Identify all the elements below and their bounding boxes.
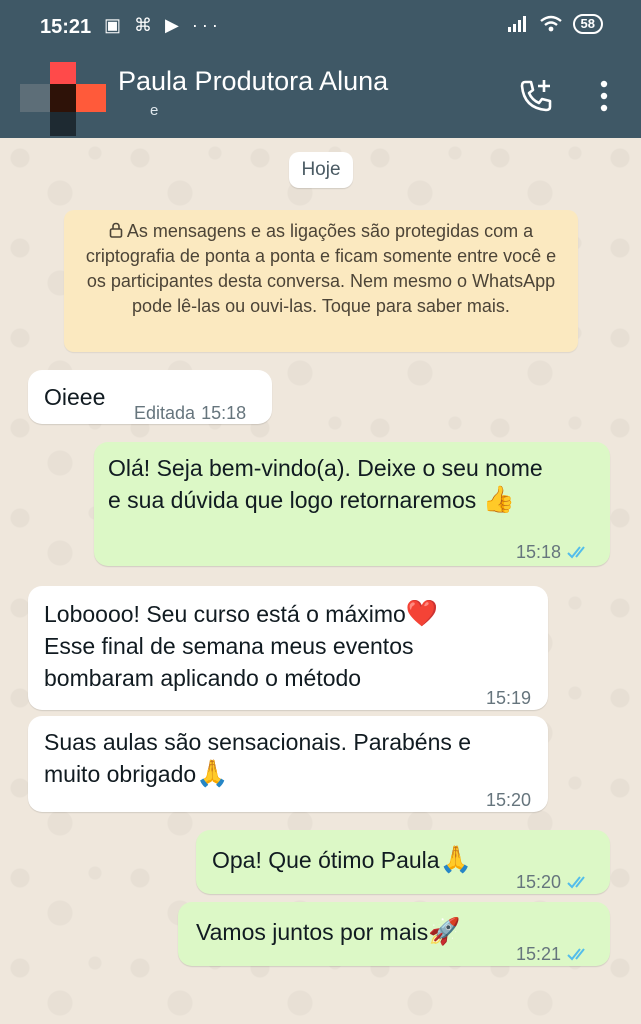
message-bubble-incoming[interactable]: Oieee Editada 15:18 — [28, 370, 272, 424]
message-meta: 15:20 — [516, 866, 593, 898]
message-bubble-incoming[interactable]: Loboooo! Seu curso está o máximo❤️ Esse … — [28, 586, 548, 710]
folded-hands-emoji: 🙏 — [439, 845, 472, 875]
message-line: bombaram aplicando o método — [44, 665, 362, 691]
message-line-with-emoji: Loboooo! Seu curso está o máximo❤️ — [44, 599, 439, 629]
contact-status: e — [150, 102, 159, 119]
message-line-with-emoji: Vamos juntos por mais🚀 — [196, 917, 461, 947]
message-bubble-outgoing[interactable]: Opa! Que ótimo Paula🙏 15:20 — [196, 830, 610, 894]
thumbs-up-emoji: 👍 — [482, 485, 516, 515]
message-meta: 15:20 — [486, 784, 531, 816]
lock-icon — [109, 222, 123, 238]
message-line: Esse final de semana meus eventos — [44, 633, 414, 659]
message-text: Loboooo! Seu curso está o máximo❤️ Esse … — [44, 598, 438, 694]
message-time: 15:20 — [486, 790, 532, 810]
heart-emoji: ❤️ — [405, 599, 439, 629]
message-line: Olá! Seja bem-vindo(a). Deixe o seu nome — [108, 455, 543, 481]
message-text: Olá! Seja bem-vindo(a). Deixe o seu nome… — [108, 452, 543, 516]
message-meta: Editada 15:18 — [134, 397, 246, 429]
message-meta: 15:19 — [486, 682, 531, 714]
message-meta: 15:21 — [516, 938, 593, 970]
message-text: Oieee — [44, 384, 106, 410]
edited-label: Editada — [134, 403, 196, 423]
message-bubble-incoming[interactable]: Suas aulas são sensacionais. Parabéns e … — [28, 716, 548, 812]
rocket-emoji: 🚀 — [428, 917, 461, 947]
message-line-with-emoji: e sua dúvida que logo retornaremos 👍 — [108, 485, 516, 515]
add-call-icon[interactable] — [516, 76, 556, 116]
more-vertical-icon[interactable] — [594, 78, 614, 114]
message-time: 15:19 — [486, 688, 532, 708]
signal-icon — [507, 16, 526, 32]
double-check-icon — [567, 948, 585, 961]
encryption-notice-text: As mensagens e as ligações são protegida… — [85, 221, 557, 316]
avatar[interactable] — [20, 62, 110, 136]
status-bar: 15:21 ▣ ⌘ ▶ ··· 58 — [0, 0, 641, 56]
message-line-with-emoji: muito obrigado🙏 — [44, 759, 229, 789]
date-chip: Hoje — [289, 152, 353, 188]
message-time: 15:18 — [516, 542, 562, 562]
double-check-icon — [567, 876, 585, 889]
message-text: Suas aulas são sensacionais. Parabéns e … — [44, 726, 471, 790]
double-check-icon — [567, 546, 585, 559]
message-bubble-outgoing[interactable]: Olá! Seja bem-vindo(a). Deixe o seu nome… — [94, 442, 610, 566]
notification-icons: ▣ ⌘ ▶ ··· — [104, 15, 222, 35]
message-time: 15:18 — [201, 403, 247, 423]
message-line: Suas aulas são sensacionais. Parabéns e — [44, 729, 472, 755]
message-time: 15:20 — [516, 872, 562, 892]
message-meta: 15:18 — [516, 536, 593, 568]
battery-icon: 58 — [572, 14, 603, 34]
wifi-icon — [539, 15, 562, 32]
message-bubble-outgoing[interactable]: Vamos juntos por mais🚀 15:21 — [178, 902, 610, 966]
folded-hands-emoji: 🙏 — [196, 759, 229, 789]
status-time: 15:21 — [40, 16, 92, 38]
contact-name[interactable]: Paula Produtora Aluna — [118, 66, 388, 97]
encryption-notice[interactable]: As mensagens e as ligações são protegida… — [64, 210, 578, 352]
message-line-with-emoji: Opa! Que ótimo Paula🙏 — [212, 845, 472, 875]
system-icons: 58 — [507, 14, 603, 34]
message-time: 15:21 — [516, 944, 562, 964]
chat-header[interactable]: Paula Produtora Aluna e — [0, 56, 641, 138]
